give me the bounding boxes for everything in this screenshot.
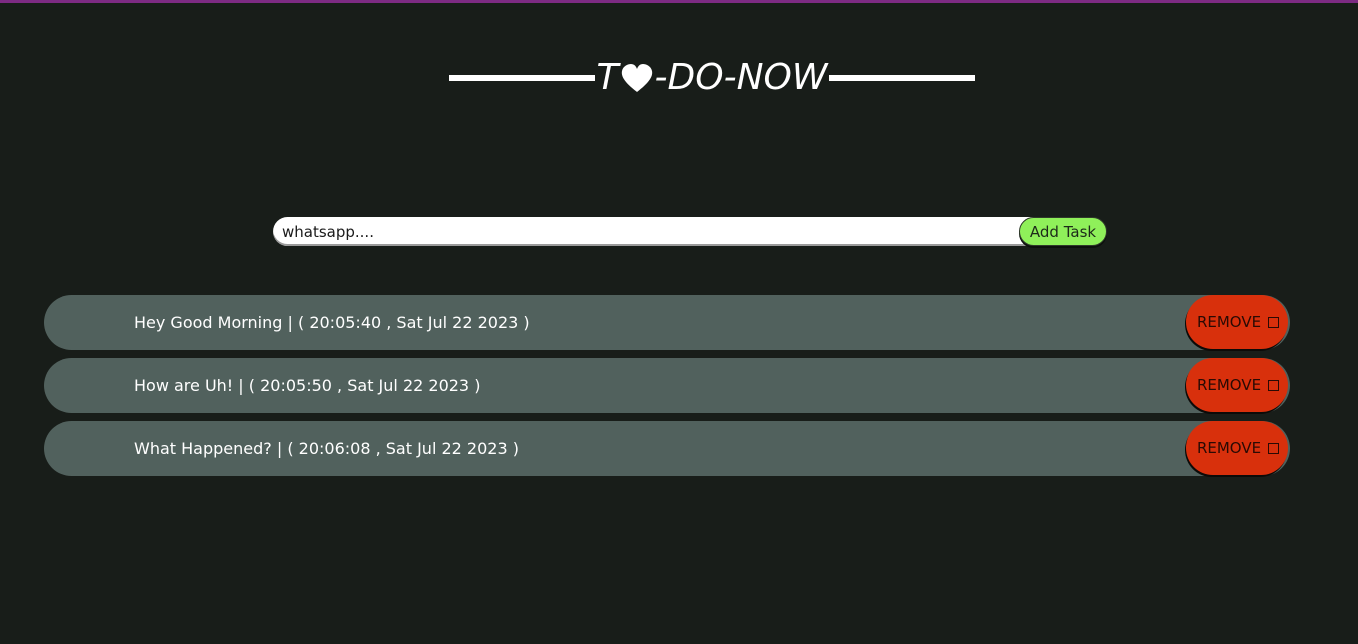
header-rule-left xyxy=(449,75,595,81)
remove-task-button[interactable]: REMOVE xyxy=(1186,358,1288,412)
add-task-button[interactable]: Add Task xyxy=(1019,217,1107,246)
task-item: What Happened? | ( 20:06:08 , Sat Jul 22… xyxy=(44,421,1290,476)
app-title: T -DO-NOW xyxy=(595,58,830,98)
task-item: How are Uh! | ( 20:05:50 , Sat Jul 22 20… xyxy=(44,358,1290,413)
remove-label: REMOVE xyxy=(1196,313,1262,331)
remove-task-button[interactable]: REMOVE xyxy=(1186,295,1288,349)
heart-icon xyxy=(621,64,652,92)
checkbox-icon xyxy=(1268,442,1280,454)
app-title-prefix: T xyxy=(596,57,619,98)
task-text: Hey Good Morning | ( 20:05:40 , Sat Jul … xyxy=(134,313,530,332)
header-rule-right xyxy=(829,75,975,81)
remove-task-button[interactable]: REMOVE xyxy=(1186,421,1288,475)
add-task-form: Add Task xyxy=(273,217,1107,246)
app-title-suffix: -DO-NOW xyxy=(654,57,828,98)
task-list: Hey Good Morning | ( 20:05:40 , Sat Jul … xyxy=(44,295,1290,484)
remove-label: REMOVE xyxy=(1196,439,1262,457)
task-text: What Happened? | ( 20:06:08 , Sat Jul 22… xyxy=(134,439,519,458)
checkbox-icon xyxy=(1268,379,1280,391)
remove-label: REMOVE xyxy=(1196,376,1262,394)
task-input[interactable] xyxy=(273,217,1085,246)
task-text: How are Uh! | ( 20:05:50 , Sat Jul 22 20… xyxy=(134,376,481,395)
top-accent-line xyxy=(0,0,1358,3)
checkbox-icon xyxy=(1268,316,1280,328)
app-header: T -DO-NOW xyxy=(449,58,975,98)
task-item: Hey Good Morning | ( 20:05:40 , Sat Jul … xyxy=(44,295,1290,350)
